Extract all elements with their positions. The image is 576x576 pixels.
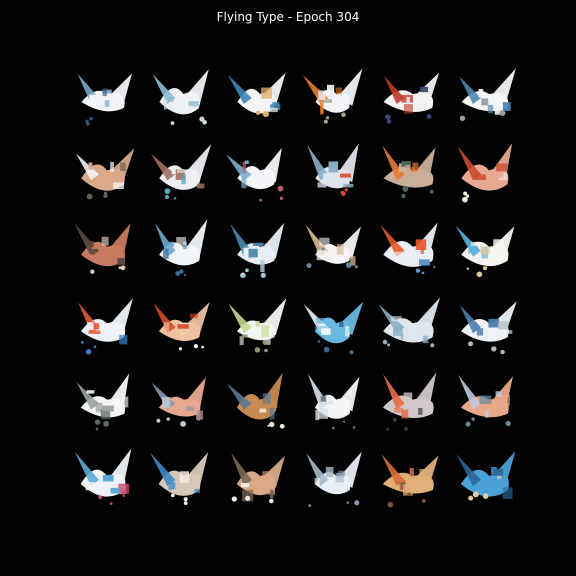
generated-sample-grid <box>74 68 517 508</box>
sample-image-r2-c2 <box>150 144 212 200</box>
sample-grid-figure: Flying Type - Epoch 304 <box>0 0 576 576</box>
sample-image-r4-c2 <box>153 302 210 351</box>
sample-image-r2-c6 <box>457 143 513 203</box>
sample-image-r4-c1 <box>78 298 133 355</box>
sample-image-r5-c2 <box>151 377 206 427</box>
sample-image-r5-c4 <box>307 373 360 430</box>
sample-image-r5-c6 <box>458 374 514 427</box>
sample-image-r1-c1 <box>77 73 133 126</box>
sample-image-r1-c5 <box>383 72 440 124</box>
sample-image-r2-c1 <box>75 148 135 200</box>
sample-image-r1-c4 <box>302 68 363 124</box>
sample-image-r3-c2 <box>155 219 208 277</box>
sample-image-r5-c5 <box>382 372 437 431</box>
sample-image-r3-c3 <box>230 222 285 279</box>
sample-image-r6-c2 <box>149 452 209 505</box>
sample-image-r2-c5 <box>382 145 436 199</box>
sample-image-r6-c1 <box>74 448 132 505</box>
sample-image-r3-c5 <box>380 222 438 275</box>
sample-image-r4-c4 <box>303 301 364 355</box>
sample-image-r3-c6 <box>455 225 515 278</box>
sample-image-r4-c3 <box>228 297 287 353</box>
sample-image-r6-c4 <box>306 451 362 507</box>
sample-image-r3-c1 <box>74 222 131 274</box>
sample-image-r4-c5 <box>378 297 440 348</box>
sample-image-r3-c4 <box>305 224 361 269</box>
sample-image-r6-c6 <box>456 451 516 501</box>
sample-image-r1-c2 <box>152 69 209 125</box>
sample-image-r6-c3 <box>231 452 285 504</box>
sample-image-r4-c6 <box>459 301 517 355</box>
sample-image-r2-c3 <box>226 147 284 202</box>
sample-image-r5-c1 <box>76 373 130 431</box>
sample-image-r5-c3 <box>226 372 285 429</box>
sample-image-r1-c3 <box>227 72 286 117</box>
sample-image-r6-c5 <box>381 453 439 508</box>
sample-image-r2-c4 <box>307 143 359 196</box>
sample-image-r1-c6 <box>459 68 516 122</box>
